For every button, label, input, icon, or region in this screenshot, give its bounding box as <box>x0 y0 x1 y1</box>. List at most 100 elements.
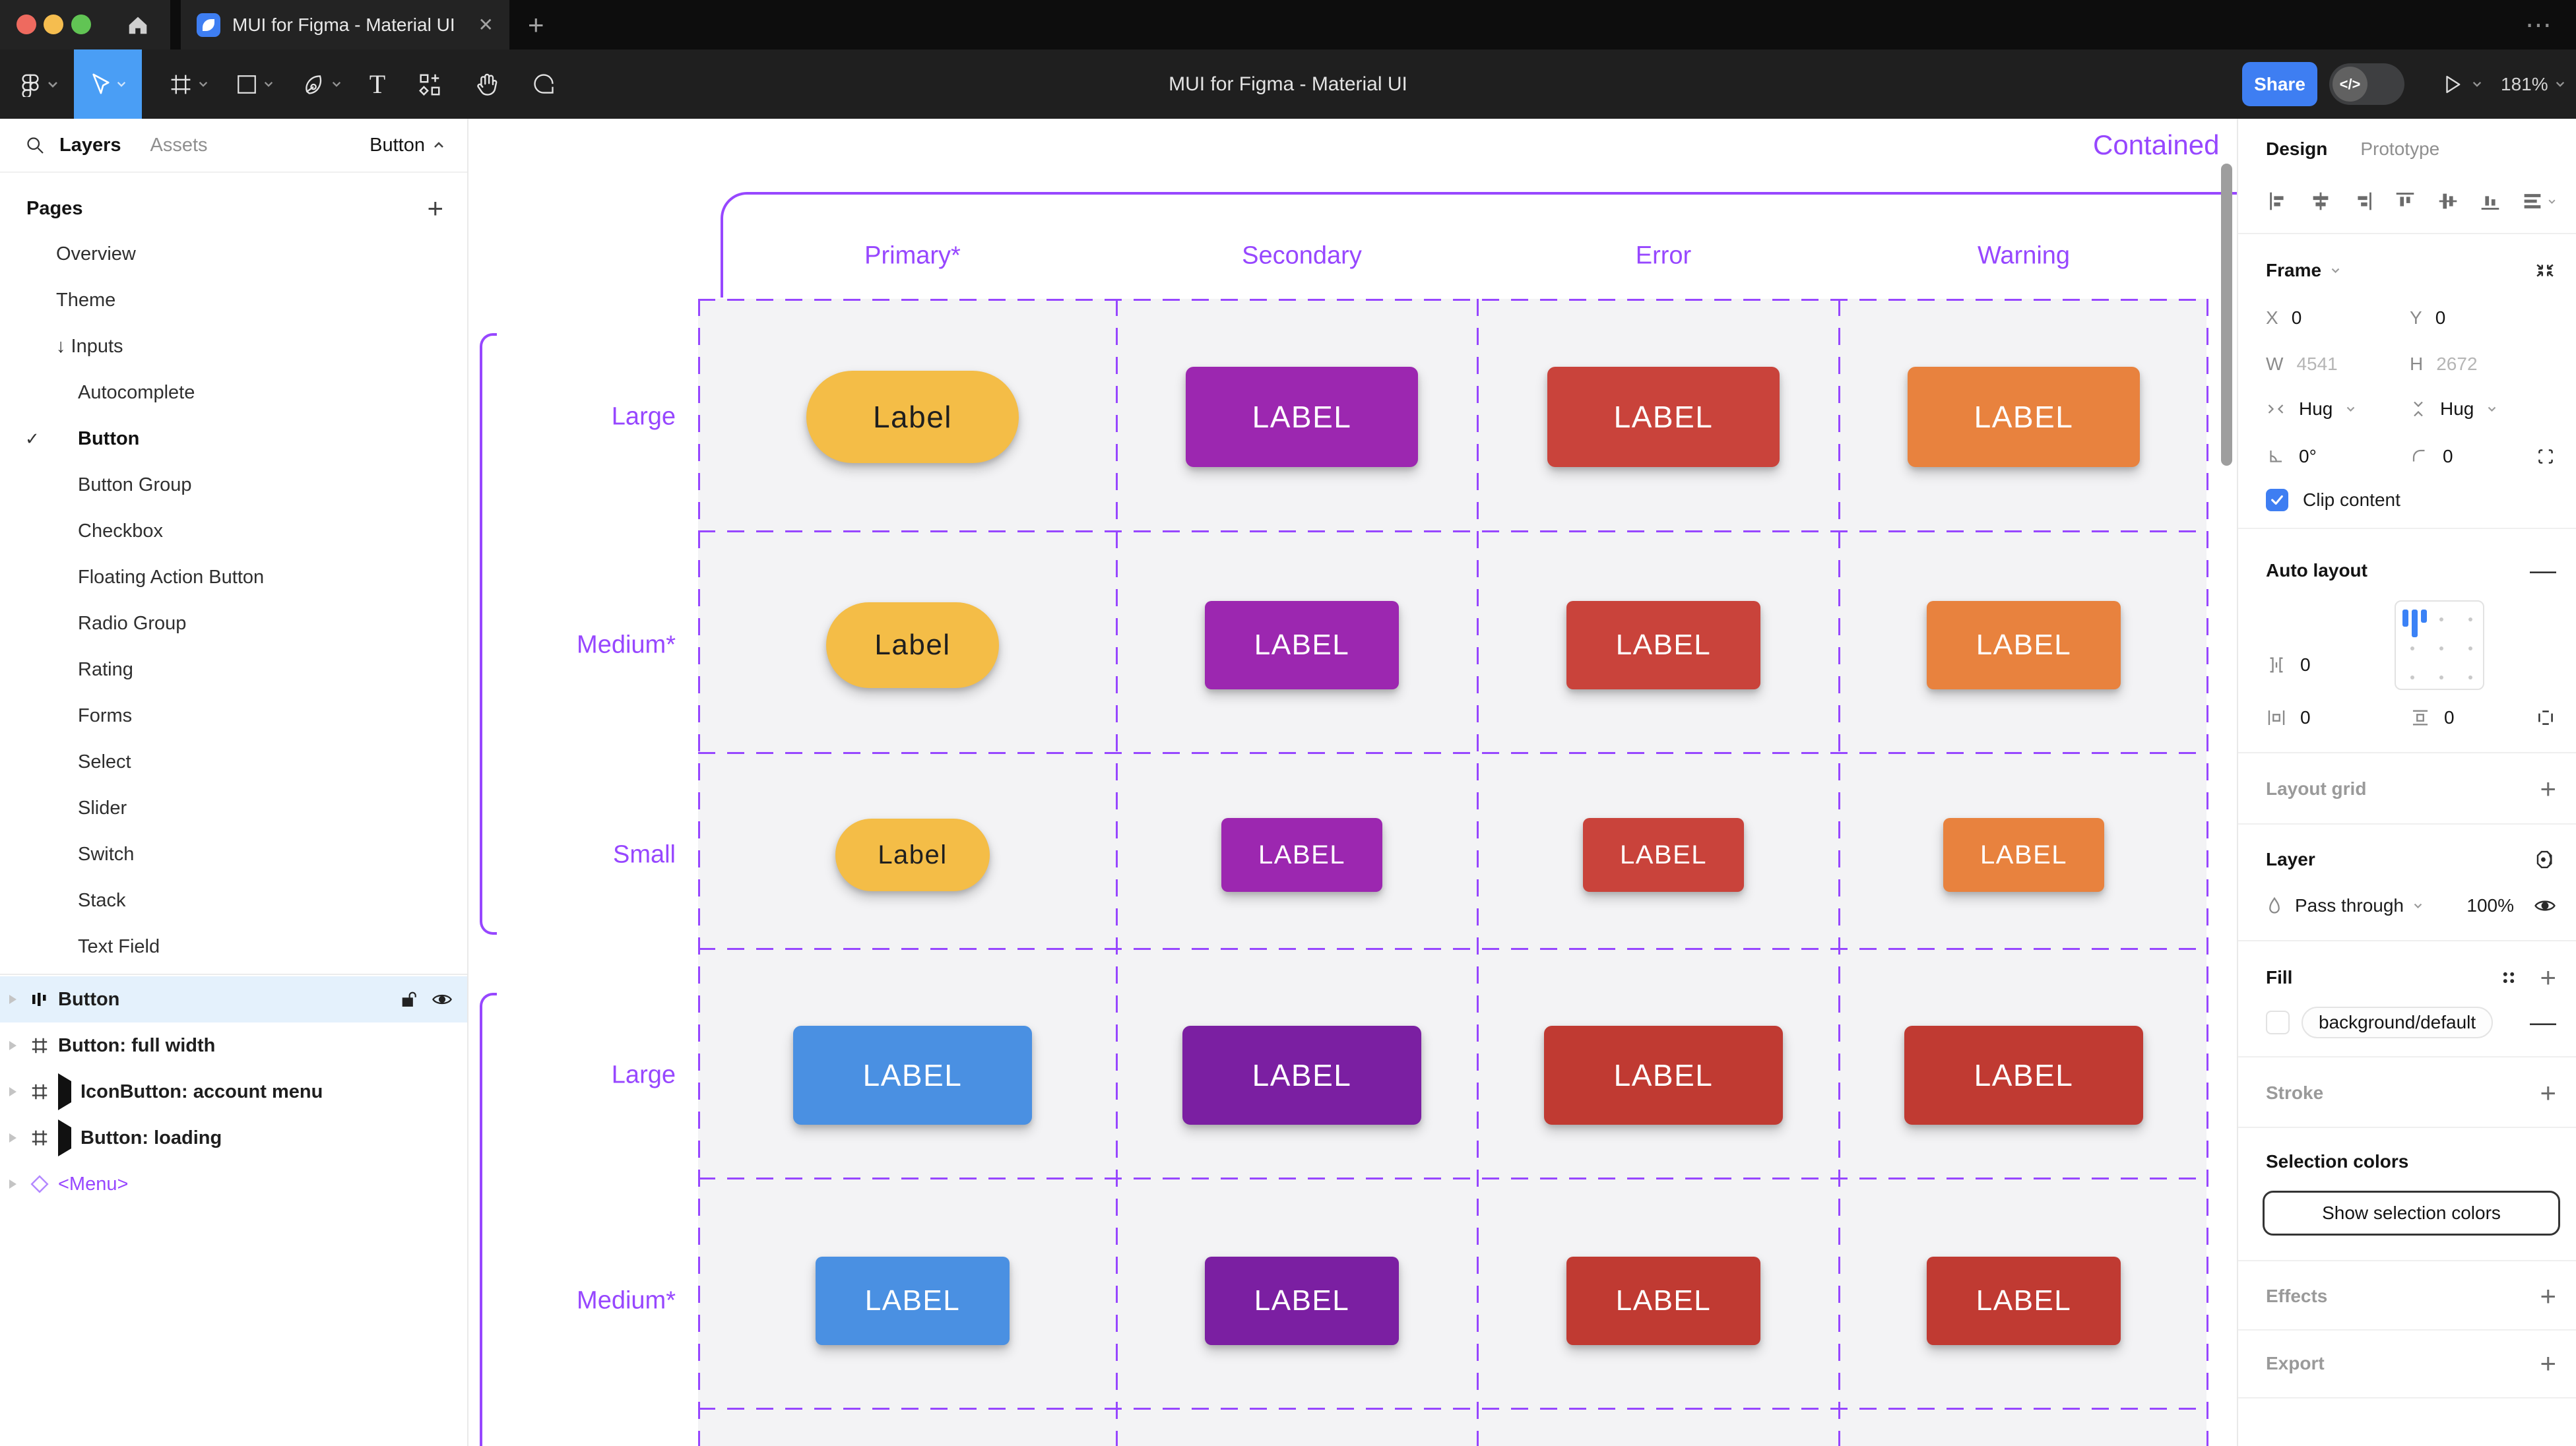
clip-content-row[interactable]: Clip content <box>2266 482 2556 519</box>
new-tab-button[interactable]: + <box>528 0 544 49</box>
independent-corners-icon[interactable] <box>2535 446 2556 467</box>
page-item-autocomplete[interactable]: Autocomplete <box>0 369 467 416</box>
variant-button[interactable]: LABEL <box>1908 367 2140 467</box>
variant-button[interactable]: LABEL <box>1544 1026 1783 1125</box>
blend-mode-icon[interactable] <box>2534 848 2556 871</box>
canvas-scrollbar[interactable] <box>2221 164 2232 466</box>
variant-button[interactable]: LABEL <box>793 1026 1032 1125</box>
variant-button[interactable]: LABEL <box>1182 1026 1421 1125</box>
page-item-inputs[interactable]: ↓ Inputs <box>0 323 467 369</box>
page-item-forms[interactable]: Forms <box>0 693 467 739</box>
window-more-icon[interactable]: ⋯ <box>2525 0 2554 49</box>
lock-open-icon[interactable] <box>400 990 417 1009</box>
tab-assets[interactable]: Assets <box>150 135 208 156</box>
variant-button[interactable]: LABEL <box>1205 1257 1399 1345</box>
layer-item-button-full-width[interactable]: Button: full width <box>0 1022 467 1069</box>
x-input[interactable]: X0 <box>2266 307 2410 329</box>
layer-item-button-loading[interactable]: Button: loading <box>0 1115 467 1161</box>
tab-prototype[interactable]: Prototype <box>2360 139 2439 160</box>
page-item-button[interactable]: ✓Button <box>0 416 467 462</box>
close-window-button[interactable] <box>16 15 36 34</box>
horizontal-padding-input[interactable]: 0 <box>2266 707 2410 728</box>
minimize-window-button[interactable] <box>44 15 63 34</box>
remove-auto-layout-button[interactable]: — <box>2530 556 2556 586</box>
variant-button[interactable]: LABEL <box>1566 601 1760 689</box>
layer-item-iconbutton-account-menu[interactable]: IconButton: account menu <box>0 1069 467 1115</box>
disclosure-chevron-icon[interactable] <box>9 1179 16 1189</box>
distribute-icon[interactable] <box>2520 189 2556 214</box>
page-item-theme[interactable]: Theme <box>0 277 467 323</box>
rotation-input[interactable]: 0° <box>2266 446 2410 467</box>
variant-button[interactable]: LABEL <box>1205 601 1399 689</box>
tab-design[interactable]: Design <box>2266 139 2327 160</box>
clip-content-checkbox[interactable] <box>2266 489 2288 511</box>
home-button[interactable] <box>116 0 160 49</box>
show-selection-colors-button[interactable]: Show selection colors <box>2263 1191 2560 1236</box>
tab-close-icon[interactable]: ✕ <box>478 14 494 36</box>
main-menu-button[interactable] <box>9 49 69 119</box>
align-vertical-center-icon[interactable] <box>2435 189 2461 214</box>
search-icon[interactable] <box>25 135 45 155</box>
independent-padding-icon[interactable] <box>2535 707 2556 728</box>
disclosure-chevron-icon[interactable] <box>9 1087 16 1096</box>
collapse-panel-icon[interactable] <box>2534 259 2556 282</box>
instance-triangle-icon[interactable] <box>58 1119 71 1156</box>
fill-token-chip[interactable]: background/default <box>2302 1007 2493 1038</box>
page-item-rating[interactable]: Rating <box>0 646 467 693</box>
share-button[interactable]: Share <box>2242 62 2317 106</box>
eye-icon[interactable] <box>432 991 453 1007</box>
variant-button[interactable]: LABEL <box>816 1257 1010 1345</box>
pen-tool-button[interactable] <box>290 49 354 119</box>
move-tool-button[interactable] <box>74 49 142 119</box>
shape-tool-button[interactable] <box>224 49 285 119</box>
page-item-overview[interactable]: Overview <box>0 231 467 277</box>
page-item-button-group[interactable]: Button Group <box>0 462 467 508</box>
disclosure-chevron-icon[interactable] <box>9 1133 16 1143</box>
hand-tool-button[interactable] <box>462 49 512 119</box>
align-right-icon[interactable] <box>2350 189 2375 214</box>
variant-button[interactable]: LABEL <box>1547 367 1780 467</box>
dev-mode-toggle[interactable]: </> <box>2329 63 2404 105</box>
align-bottom-icon[interactable] <box>2478 189 2503 214</box>
layer-item-button[interactable]: Button <box>0 976 467 1022</box>
gap-input[interactable]: 0 <box>2266 654 2410 676</box>
variant-button[interactable]: Label <box>806 371 1019 463</box>
corner-radius-input[interactable]: 0 <box>2410 446 2554 467</box>
variant-button[interactable]: LABEL <box>1927 1257 2121 1345</box>
page-item-floating-action-button[interactable]: Floating Action Button <box>0 554 467 600</box>
vertical-padding-input[interactable]: 0 <box>2410 707 2554 728</box>
layer-item--menu-[interactable]: <Menu> <box>0 1161 467 1207</box>
add-stroke-button[interactable]: + <box>2540 1077 2556 1109</box>
page-item-select[interactable]: Select <box>0 739 467 785</box>
present-button[interactable] <box>2441 49 2482 119</box>
disclosure-chevron-icon[interactable] <box>9 1041 16 1050</box>
align-left-icon[interactable] <box>2266 189 2291 214</box>
add-export-button[interactable]: + <box>2540 1348 2556 1379</box>
variant-button[interactable]: LABEL <box>1221 818 1382 892</box>
comment-tool-button[interactable] <box>519 49 569 119</box>
text-tool-button[interactable]: T <box>358 49 397 119</box>
disclosure-chevron-icon[interactable] <box>9 995 16 1004</box>
layer-opacity-input[interactable]: 100% <box>2466 895 2514 916</box>
height-input[interactable]: H2672 <box>2410 354 2554 375</box>
add-layout-grid-button[interactable]: + <box>2540 773 2556 805</box>
remove-fill-button[interactable]: — <box>2530 1008 2556 1038</box>
variant-button[interactable]: LABEL <box>1583 818 1744 892</box>
variant-button[interactable]: Label <box>835 819 990 891</box>
zoom-level-dropdown[interactable]: 181% <box>2501 49 2565 119</box>
horizontal-resizing-dropdown[interactable]: Hug <box>2266 398 2410 420</box>
add-fill-button[interactable]: + <box>2540 962 2556 993</box>
add-effect-button[interactable]: + <box>2540 1280 2556 1312</box>
variant-button[interactable]: LABEL <box>1186 367 1418 467</box>
vertical-resizing-dropdown[interactable]: Hug <box>2410 398 2554 420</box>
tab-layers[interactable]: Layers <box>59 135 121 156</box>
canvas[interactable]: Contained Primary*SecondaryErrorWarning … <box>468 119 2237 1446</box>
width-input[interactable]: W4541 <box>2266 354 2410 375</box>
page-item-switch[interactable]: Switch <box>0 831 467 877</box>
y-input[interactable]: Y0 <box>2410 307 2554 329</box>
page-item-checkbox[interactable]: Checkbox <box>0 508 467 554</box>
page-item-radio-group[interactable]: Radio Group <box>0 600 467 646</box>
page-item-stack[interactable]: Stack <box>0 877 467 924</box>
variant-button[interactable]: LABEL <box>1904 1026 2143 1125</box>
actions-tool-button[interactable] <box>406 49 453 119</box>
